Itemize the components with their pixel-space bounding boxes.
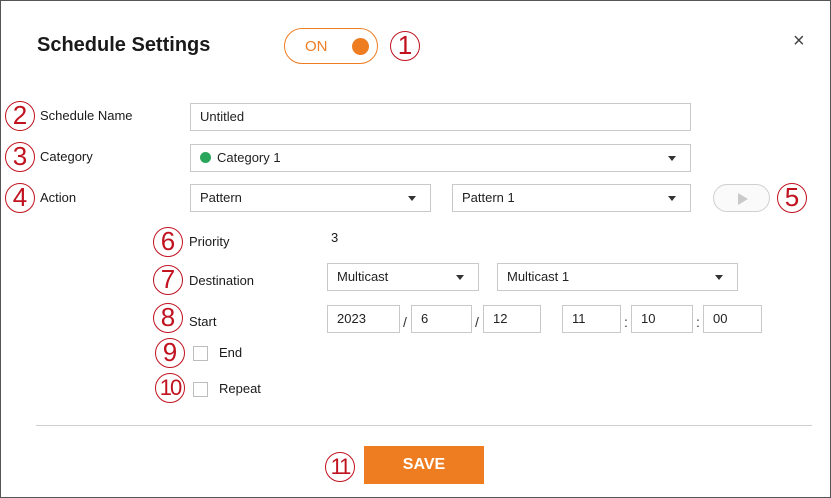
callout-9: 9 (155, 338, 185, 368)
play-icon (738, 193, 748, 205)
end-checkbox[interactable] (193, 346, 208, 361)
start-day-input[interactable]: 12 (483, 305, 541, 333)
chevron-down-icon (456, 275, 464, 280)
destination-target-value: Multicast 1 (507, 269, 570, 284)
date-separator: / (475, 314, 479, 330)
category-color-dot (200, 152, 211, 163)
callout-5: 5 (777, 183, 807, 213)
start-hour-input[interactable]: 11 (562, 305, 621, 333)
dialog-title: Schedule Settings (37, 34, 211, 56)
chevron-down-icon (408, 196, 416, 201)
schedule-toggle[interactable]: ON (284, 28, 378, 64)
start-label: Start (189, 314, 217, 329)
date-separator: / (403, 314, 407, 330)
time-separator: : (624, 314, 628, 330)
start-minute-input[interactable]: 10 (631, 305, 693, 333)
start-second-input[interactable]: 00 (703, 305, 762, 333)
action-type-value: Pattern (200, 190, 242, 205)
action-label: Action (40, 190, 77, 205)
priority-value: 3 (331, 230, 339, 245)
chevron-down-icon (668, 156, 676, 161)
category-label: Category (40, 149, 93, 164)
schedule-name-label: Schedule Name (40, 108, 133, 123)
callout-2: 2 (5, 101, 35, 131)
destination-type-select[interactable]: Multicast (327, 263, 479, 291)
chevron-down-icon (715, 275, 723, 280)
end-label: End (219, 345, 243, 360)
callout-3: 3 (5, 142, 35, 172)
close-icon[interactable]: × (793, 30, 805, 53)
destination-label: Destination (189, 273, 255, 288)
action-pattern-select[interactable]: Pattern 1 (452, 184, 691, 212)
schedule-name-input[interactable]: Untitled (190, 103, 691, 131)
callout-1: 1 (390, 31, 420, 61)
toggle-knob (352, 38, 369, 55)
footer-divider (36, 425, 812, 426)
repeat-label: Repeat (219, 381, 261, 396)
start-year-input[interactable]: 2023 (327, 305, 400, 333)
callout-10: 10 (155, 373, 185, 403)
action-type-select[interactable]: Pattern (190, 184, 431, 212)
callout-11: 11 (325, 452, 355, 482)
play-button[interactable] (713, 184, 770, 212)
time-separator: : (696, 314, 700, 330)
save-button[interactable]: SAVE (364, 446, 484, 484)
repeat-checkbox[interactable] (193, 382, 208, 397)
callout-7: 7 (153, 265, 183, 295)
action-pattern-value: Pattern 1 (462, 190, 515, 205)
destination-type-value: Multicast (337, 269, 389, 284)
callout-8: 8 (153, 303, 183, 333)
callout-6: 6 (153, 227, 183, 257)
destination-target-select[interactable]: Multicast 1 (497, 263, 738, 291)
dialog-frame (0, 0, 831, 498)
toggle-label: ON (305, 38, 328, 55)
start-month-input[interactable]: 6 (411, 305, 472, 333)
category-select-value: Category 1 (217, 150, 281, 165)
callout-4: 4 (5, 183, 35, 213)
category-select[interactable]: Category 1 (190, 144, 691, 172)
chevron-down-icon (668, 196, 676, 201)
priority-label: Priority (189, 234, 230, 249)
